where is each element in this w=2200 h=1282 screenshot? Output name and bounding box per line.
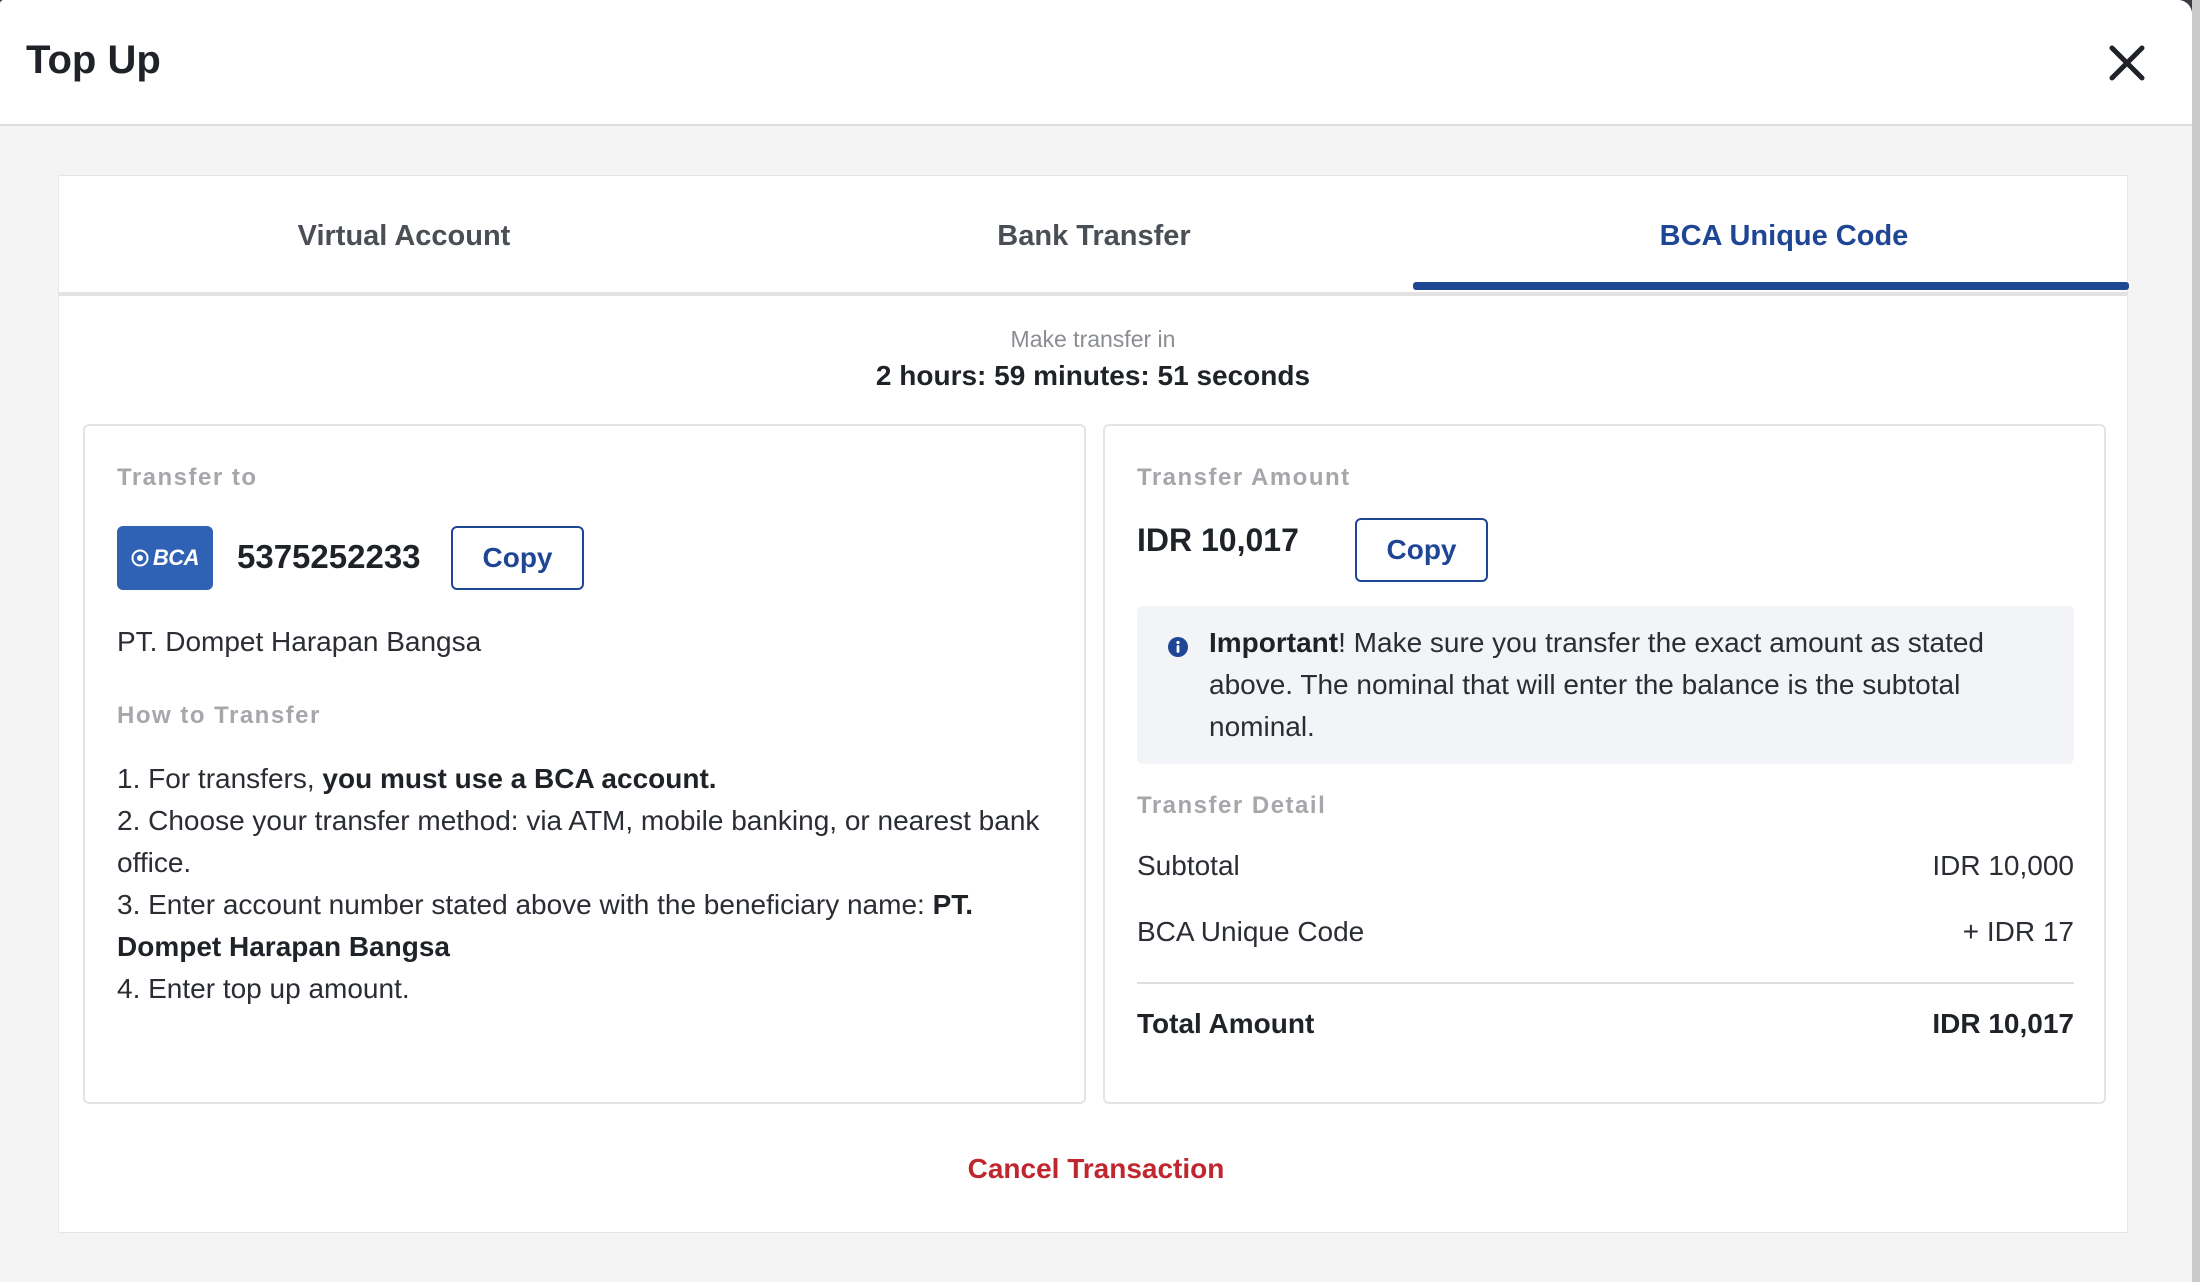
background-strip xyxy=(2192,0,2200,1282)
tab-bank-transfer[interactable]: Bank Transfer xyxy=(749,176,1439,296)
transfer-to-label: Transfer to xyxy=(117,464,258,491)
modal-header: Top Up xyxy=(0,0,2192,126)
important-notice: Important! Make sure you transfer the ex… xyxy=(1137,606,2074,764)
modal-title: Top Up xyxy=(26,38,161,82)
detail-row-unique-code: BCA Unique Code + IDR 17 xyxy=(1137,916,2074,947)
countdown-timer: 2 hours: 59 minutes: 51 seconds xyxy=(875,360,1311,391)
step-1: 1. For transfers, you must use a BCA acc… xyxy=(117,763,717,794)
how-to-transfer-label: How to Transfer xyxy=(117,702,321,729)
copy-amount-button[interactable]: Copy xyxy=(1355,518,1488,582)
cancel-transaction-link[interactable]: Cancel Transaction xyxy=(0,1153,2192,1185)
beneficiary-name: PT. Dompet Harapan Bangsa xyxy=(117,626,482,657)
close-button[interactable] xyxy=(2104,40,2150,86)
step-4: 4. Enter top up amount. xyxy=(117,973,410,1004)
close-icon xyxy=(2109,45,2145,81)
transfer-to-panel: Transfer to BCA 5375252233 Copy PT. Domp… xyxy=(83,424,1086,1104)
detail-divider xyxy=(1137,982,2074,984)
bca-logo-text: BCA xyxy=(152,545,200,570)
copy-account-number-button[interactable]: Copy xyxy=(451,526,584,590)
transfer-amount-value: IDR 10,017 xyxy=(1137,522,1299,558)
transfer-detail-label: Transfer Detail xyxy=(1137,792,1327,819)
detail-row-total: Total Amount IDR 10,017 xyxy=(1137,1008,2074,1039)
top-up-modal: Top Up Virtual Account Bank Transfer BCA… xyxy=(0,0,2192,1282)
step-3: 3. Enter account number stated above wit… xyxy=(117,889,974,962)
detail-row-subtotal: Subtotal IDR 10,000 xyxy=(1137,850,2074,881)
account-number: 5375252233 xyxy=(237,538,421,575)
active-tab-indicator xyxy=(1413,282,2129,290)
tab-virtual-account[interactable]: Virtual Account xyxy=(59,176,749,296)
tab-bca-unique-code[interactable]: BCA Unique Code xyxy=(1439,176,2129,296)
timer-label: Make transfer in xyxy=(1010,326,1176,352)
notice-text: Important! Make sure you transfer the ex… xyxy=(1209,627,1984,742)
transfer-amount-panel: Transfer Amount IDR 10,017 Copy Importan… xyxy=(1103,424,2106,1104)
bca-logo: BCA xyxy=(117,526,213,590)
transfer-amount-label: Transfer Amount xyxy=(1137,464,1351,491)
top-up-card: Virtual Account Bank Transfer BCA Unique… xyxy=(58,175,2129,1233)
transfer-steps: 1. For transfers, you must use a BCA acc… xyxy=(117,758,1057,1010)
bca-emblem-icon xyxy=(131,549,149,567)
payment-method-tabs: Virtual Account Bank Transfer BCA Unique… xyxy=(59,176,2129,296)
info-icon xyxy=(1168,637,1188,657)
step-2: 2. Choose your transfer method: via ATM,… xyxy=(117,805,1040,878)
